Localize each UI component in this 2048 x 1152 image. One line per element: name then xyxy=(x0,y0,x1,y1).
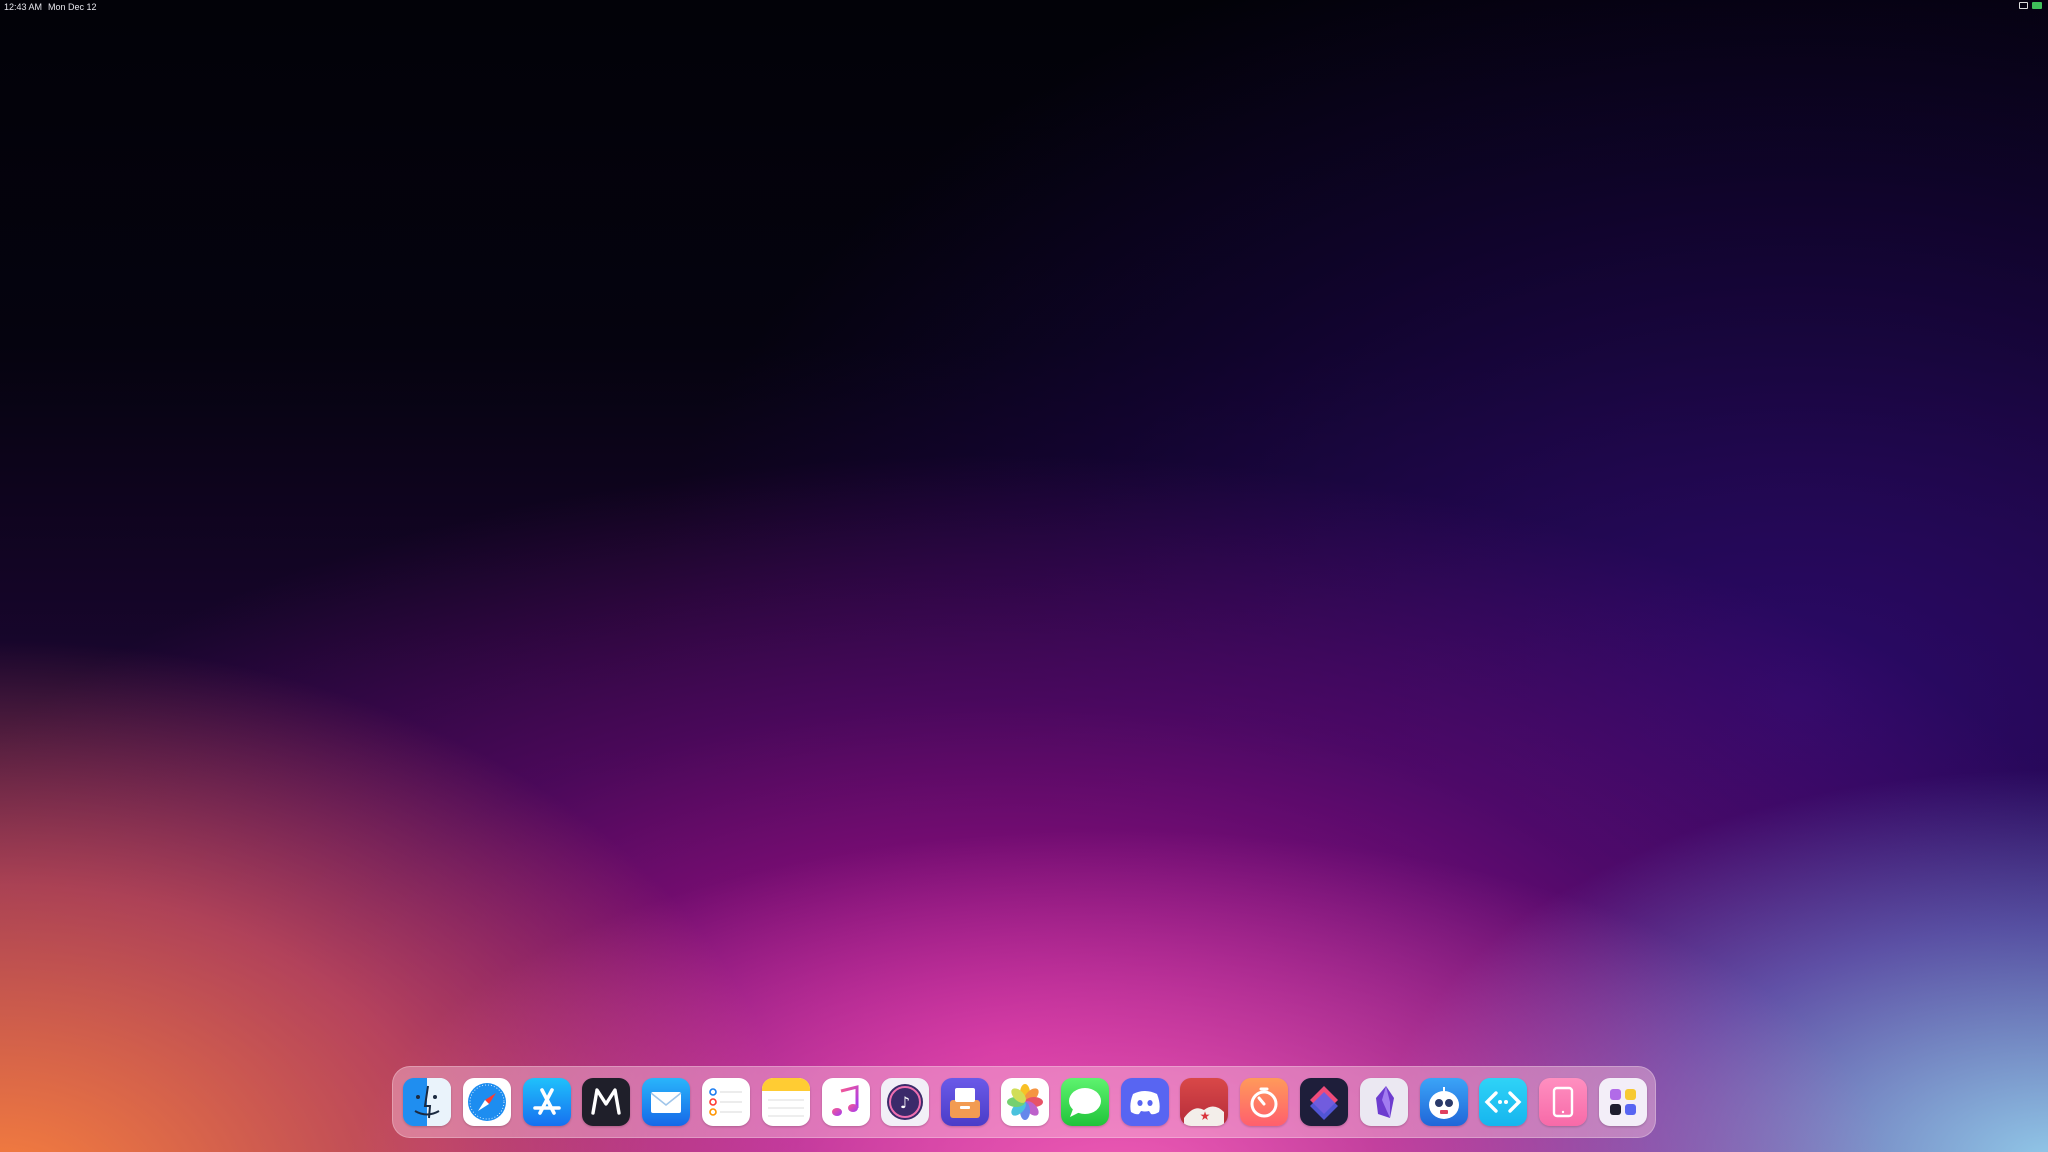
dock-app-library[interactable] xyxy=(1598,1078,1647,1126)
dock-app-timer[interactable] xyxy=(1240,1078,1289,1126)
dock-app-messages[interactable] xyxy=(1060,1078,1109,1126)
finder-icon xyxy=(403,1078,451,1126)
display-icon xyxy=(2019,2,2028,9)
dock-app-shortcuts[interactable] xyxy=(1299,1078,1348,1126)
dock-app-sidecar[interactable] xyxy=(1539,1078,1588,1126)
dock-app-mail-client[interactable] xyxy=(941,1078,990,1126)
battery-icon xyxy=(2032,2,2042,9)
mail-icon xyxy=(650,1092,682,1113)
tablet-icon xyxy=(1552,1086,1574,1118)
dock-app-notes[interactable] xyxy=(761,1078,810,1126)
svg-text:♪: ♪ xyxy=(900,1093,910,1112)
remote-desktop-icon xyxy=(1484,1091,1522,1113)
dock-app-tweetbot[interactable] xyxy=(1419,1078,1468,1126)
goodlinks-icon: ★ xyxy=(1184,1106,1225,1126)
timer-icon xyxy=(1250,1087,1278,1118)
obsidian-icon xyxy=(1375,1086,1394,1118)
dock-app-photos[interactable] xyxy=(1000,1078,1049,1126)
dock-app-music-player[interactable]: ♪ xyxy=(881,1078,930,1126)
dock-app-remote-desktop[interactable] xyxy=(1479,1078,1528,1126)
dock-app-mona[interactable] xyxy=(582,1078,631,1126)
dock-app-goodlinks[interactable]: ★ xyxy=(1180,1078,1229,1126)
app-library-icon xyxy=(1609,1089,1636,1115)
dock-app-discord[interactable] xyxy=(1120,1078,1169,1126)
dock-app-mail[interactable] xyxy=(642,1078,691,1126)
clock: 12:43 AM xyxy=(4,2,43,12)
status-bar: 12:43 AM Mon Dec 12 xyxy=(0,0,2048,14)
notes-icon xyxy=(761,1078,810,1117)
dock-app-finder[interactable] xyxy=(403,1078,451,1126)
music-icon xyxy=(831,1085,859,1116)
mona-icon xyxy=(591,1088,622,1115)
app-store-icon xyxy=(532,1088,561,1115)
date: Mon Dec 12 xyxy=(48,2,97,12)
reminders-icon xyxy=(709,1088,742,1116)
dock: ♪ ★ xyxy=(392,1066,1656,1138)
dock-app-app-store[interactable] xyxy=(522,1078,571,1126)
dock-app-reminders[interactable] xyxy=(701,1078,750,1126)
svg-text:★: ★ xyxy=(1200,1109,1211,1123)
mail-drop-icon xyxy=(950,1088,981,1118)
discord-icon xyxy=(1129,1091,1160,1115)
photos-icon xyxy=(1006,1084,1043,1120)
tweetbot-icon xyxy=(1428,1087,1459,1119)
dock-app-music[interactable] xyxy=(821,1078,870,1126)
dock-app-safari[interactable] xyxy=(462,1078,511,1126)
music-player-icon: ♪ xyxy=(887,1084,924,1120)
messages-icon xyxy=(1068,1088,1101,1117)
shortcuts-icon xyxy=(1309,1086,1338,1120)
status-icons xyxy=(2019,2,2042,9)
safari-icon xyxy=(467,1083,506,1121)
dock-app-obsidian[interactable] xyxy=(1359,1078,1408,1126)
